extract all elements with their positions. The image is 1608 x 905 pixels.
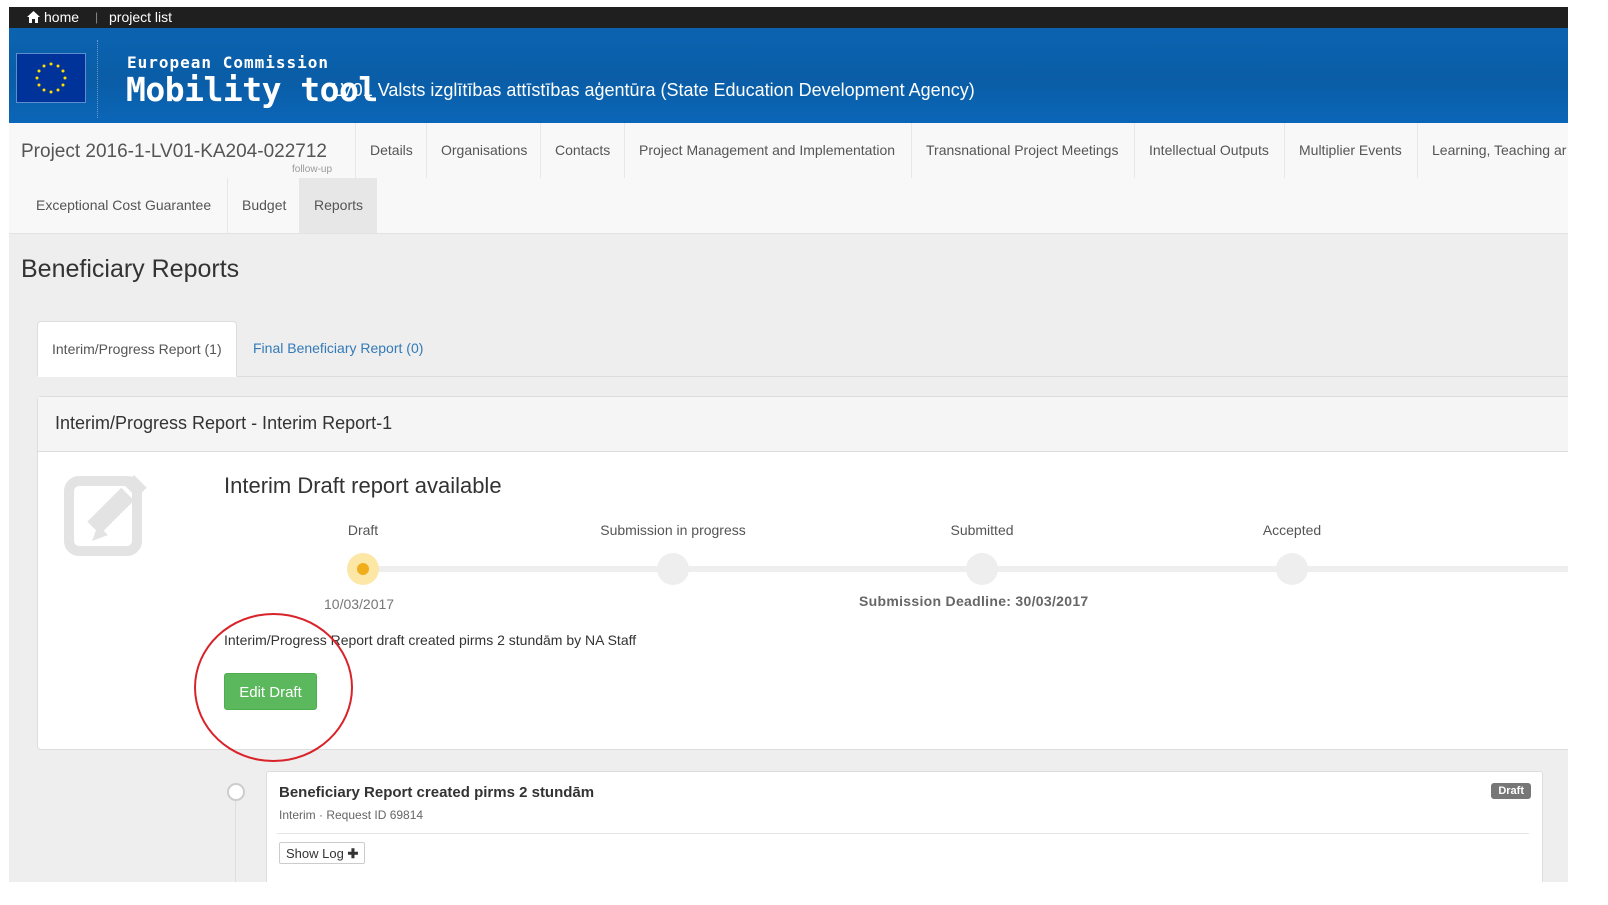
report-tabs: Interim/Progress Report (1) Final Benefi… — [37, 321, 1568, 377]
topbar-separator: | — [95, 10, 99, 24]
nav-project-management[interactable]: Project Management and Implementation — [624, 123, 909, 178]
nav-details[interactable]: Details — [355, 123, 427, 178]
top-bar: home | project list — [9, 7, 1568, 28]
tab-interim-report[interactable]: Interim/Progress Report (1) — [37, 321, 237, 377]
edit-document-icon — [64, 473, 168, 562]
step-label-submission-in-progress: Submission in progress — [600, 522, 746, 538]
project-subtitle: follow-up — [292, 164, 333, 175]
nav-organisations[interactable]: Organisations — [426, 123, 541, 178]
show-log-label: Show Log — [286, 846, 344, 861]
header-divider — [97, 40, 98, 118]
timeline-entry-title: Beneficiary Report created pirms 2 stund… — [279, 784, 595, 801]
step-label-accepted: Accepted — [1262, 522, 1322, 538]
eu-flag-logo — [16, 53, 86, 103]
step-dot-submitted — [966, 553, 998, 585]
draft-created-text: Interim/Progress Report draft created pi… — [224, 632, 637, 648]
status-badge: Draft — [1491, 783, 1531, 799]
nav-exceptional-cost[interactable]: Exceptional Cost Guarantee — [9, 178, 225, 233]
home-icon — [27, 11, 40, 23]
timeline-entry: Beneficiary Report created pirms 2 stund… — [266, 771, 1543, 882]
panel-heading: Interim/Progress Report - Interim Report… — [38, 397, 1568, 452]
app-window: home | project list European Commission … — [9, 7, 1568, 882]
step-label-draft: Draft — [347, 522, 379, 538]
nav-transnational-meetings[interactable]: Transnational Project Meetings — [911, 123, 1132, 178]
edit-draft-button[interactable]: Edit Draft — [224, 673, 317, 710]
nav-reports[interactable]: Reports — [299, 178, 378, 233]
report-panel: Interim/Progress Report - Interim Report… — [37, 396, 1568, 750]
nav-budget[interactable]: Budget — [227, 178, 300, 233]
step-dot-accepted — [1276, 553, 1308, 585]
agency-name: LV01 Valsts izglītības attīstības aģentū… — [332, 80, 975, 100]
submission-deadline: Submission Deadline: 30/03/2017 — [859, 593, 1089, 609]
tab-final-report[interactable]: Final Beneficiary Report (0) — [239, 321, 437, 375]
step-dot-draft — [347, 553, 379, 585]
plus-icon: ✚ — [347, 846, 359, 861]
project-list-link[interactable]: project list — [109, 7, 172, 28]
panel-heading-text: Interim/Progress Report - Interim Report… — [55, 413, 393, 433]
step-label-submitted: Submitted — [950, 522, 1014, 538]
show-log-button[interactable]: Show Log ✚ — [279, 842, 366, 864]
nav-contacts[interactable]: Contacts — [540, 123, 624, 178]
nav-learning-teaching[interactable]: Learning, Teaching ar — [1417, 123, 1568, 178]
page-title: Beneficiary Reports — [21, 255, 240, 283]
progress-track — [362, 566, 1568, 572]
project-navbar: Project 2016-1-LV01-KA204-022712 follow-… — [9, 123, 1568, 234]
home-link[interactable]: home — [44, 7, 79, 28]
project-title[interactable]: Project 2016-1-LV01-KA204-022712 — [21, 141, 327, 163]
timeline-entry-subtitle: Interim · Request ID 69814 — [279, 808, 424, 822]
nav-multiplier-events[interactable]: Multiplier Events — [1284, 123, 1416, 178]
nav-intellectual-outputs[interactable]: Intellectual Outputs — [1134, 123, 1283, 178]
timeline-line — [235, 801, 236, 882]
step-dot-submission-in-progress — [657, 553, 689, 585]
timeline-dot — [227, 783, 245, 801]
draft-date: 10/03/2017 — [324, 596, 395, 612]
app-header: European Commission Mobility tool LV01 V… — [9, 28, 1568, 123]
timeline-divider — [277, 833, 1529, 834]
status-title: Interim Draft report available — [224, 473, 502, 498]
